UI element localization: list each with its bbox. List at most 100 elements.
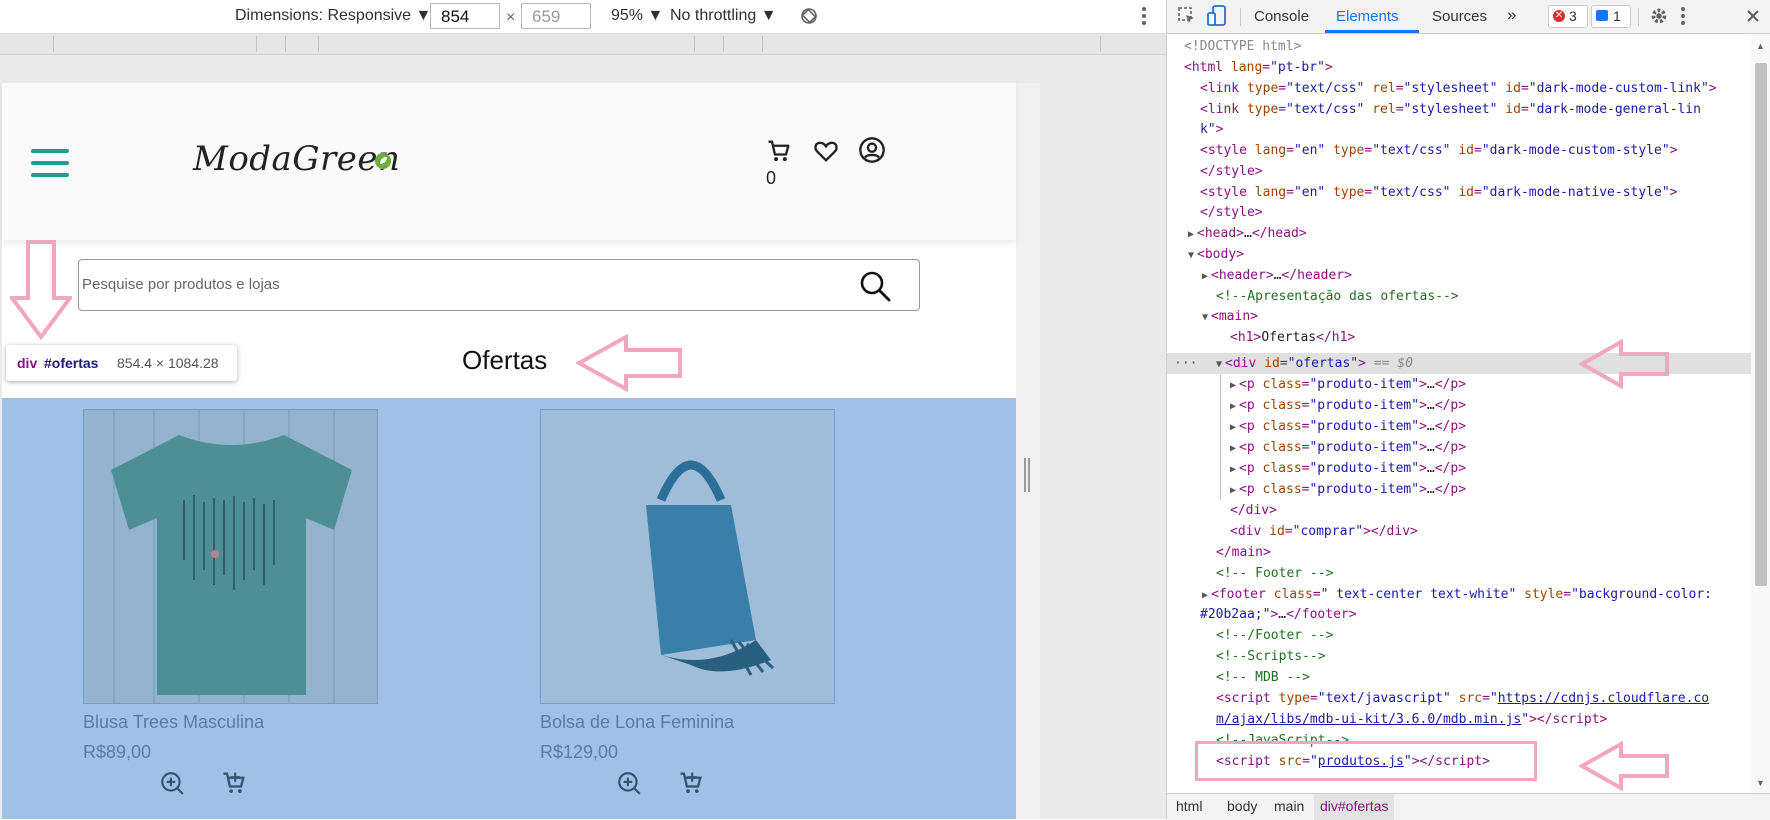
dom-node[interactable]: </style> bbox=[1200, 161, 1263, 182]
zoom-in-icon[interactable] bbox=[616, 770, 642, 796]
site-logo[interactable]: ModaGreen bbox=[193, 139, 400, 179]
device-toolbar: Dimensions: Responsive ▼ 854 × 659 95% ▼… bbox=[0, 0, 1166, 34]
dom-node[interactable]: <script type="text/javascript" src="http… bbox=[1216, 688, 1709, 709]
error-badge[interactable]: ✕ 3 bbox=[1548, 5, 1588, 28]
settings-gear-icon[interactable] bbox=[1648, 5, 1670, 27]
devtools-panel: Console Elements Sources » ✕ 3 1 <!DOCTY… bbox=[1166, 0, 1770, 820]
dom-tree-scrollbar[interactable]: ▲ ▼ bbox=[1751, 35, 1770, 793]
dom-node[interactable]: m/ajax/libs/mdb-ui-kit/3.6.0/mdb.min.js"… bbox=[1216, 709, 1607, 730]
device-emulation-pane: Dimensions: Responsive ▼ 854 × 659 95% ▼… bbox=[0, 0, 1166, 819]
crumb-html[interactable]: html bbox=[1176, 798, 1202, 814]
inspect-element-icon[interactable] bbox=[1177, 6, 1197, 26]
offers-grid-highlight: Blusa Trees Masculina R$89,00 Bolsa de L… bbox=[2, 398, 1016, 819]
dom-node[interactable]: ▶ <p class="produto-item">…</p> bbox=[1230, 395, 1466, 416]
dom-node[interactable]: <link type="text/css" rel="stylesheet" i… bbox=[1200, 99, 1701, 120]
tooltip-tag: div bbox=[17, 355, 38, 371]
crumb-div-ofertas[interactable]: div#ofertas bbox=[1314, 794, 1395, 820]
element-tooltip: div #ofertas 854.4 × 1084.28 bbox=[6, 345, 237, 381]
dom-node[interactable]: ▼ <main> bbox=[1202, 306, 1258, 327]
dom-node[interactable]: #20b2aa;">…</footer> bbox=[1200, 604, 1357, 625]
offers-heading: Ofertas bbox=[462, 345, 548, 375]
dom-node[interactable]: <!--/Footer --> bbox=[1216, 625, 1333, 646]
tab-console[interactable]: Console bbox=[1254, 8, 1309, 25]
scroll-up-icon[interactable]: ▲ bbox=[1756, 41, 1765, 51]
dom-node[interactable]: <style lang="en" type="text/css" id="dar… bbox=[1200, 182, 1677, 203]
crumb-body[interactable]: body bbox=[1227, 798, 1257, 814]
error-icon: ✕ bbox=[1553, 10, 1565, 22]
devtools-more-icon[interactable] bbox=[1679, 6, 1687, 26]
annotation-box bbox=[1195, 741, 1537, 781]
annotation-arrow-left bbox=[1579, 339, 1669, 389]
search-input[interactable]: Pesquise por produtos e lojas bbox=[82, 276, 280, 293]
scroll-down-icon[interactable]: ▼ bbox=[1756, 778, 1765, 788]
crumb-main[interactable]: main bbox=[1274, 798, 1304, 814]
dom-node[interactable]: ▶ <p class="produto-item">…</p> bbox=[1230, 374, 1466, 395]
dom-node[interactable]: ▶ <p class="produto-item">…</p> bbox=[1230, 437, 1466, 458]
dom-node[interactable]: ▶ <p class="produto-item">…</p> bbox=[1230, 479, 1466, 500]
add-to-cart-icon[interactable] bbox=[220, 769, 248, 797]
scroll-thumb[interactable] bbox=[1755, 63, 1767, 586]
dom-node[interactable]: </main> bbox=[1216, 542, 1271, 563]
product-image[interactable] bbox=[83, 409, 378, 704]
dom-node[interactable]: <!--Scripts--> bbox=[1216, 646, 1326, 667]
annotation-arrow-down bbox=[10, 240, 72, 340]
product-price: R$89,00 bbox=[83, 742, 152, 762]
dom-node-selected[interactable]: ▼ <div id="ofertas"> == $0 bbox=[1216, 353, 1413, 374]
dimensions-dropdown[interactable]: Dimensions: Responsive ▼ bbox=[235, 7, 431, 25]
annotation-arrow-left bbox=[1579, 741, 1669, 791]
product-name[interactable]: Bolsa de Lona Feminina bbox=[540, 712, 734, 733]
bag-image bbox=[541, 410, 834, 703]
dom-node[interactable]: ▼ <body> bbox=[1188, 244, 1244, 265]
resize-handle[interactable] bbox=[1024, 458, 1030, 492]
media-query-ruler[interactable] bbox=[0, 34, 1166, 55]
dom-tree: <!DOCTYPE html> <html lang="pt-br"> <lin… bbox=[1167, 35, 1751, 794]
search-icon[interactable] bbox=[858, 269, 892, 303]
width-input[interactable]: 854 bbox=[430, 3, 500, 29]
product-image[interactable] bbox=[540, 409, 835, 704]
dom-node[interactable]: ▶ <p class="produto-item">…</p> bbox=[1230, 458, 1466, 479]
dom-node[interactable]: <!DOCTYPE html> bbox=[1184, 36, 1301, 57]
zoom-dropdown[interactable]: 95% ▼ bbox=[611, 7, 663, 25]
heart-icon[interactable] bbox=[812, 137, 840, 165]
account-icon[interactable] bbox=[858, 136, 886, 164]
dom-node[interactable]: <html lang="pt-br"> bbox=[1184, 57, 1333, 78]
search-bar[interactable]: Pesquise por produtos e lojas bbox=[78, 259, 920, 311]
tooltip-id: #ofertas bbox=[44, 355, 99, 371]
rotate-icon[interactable] bbox=[799, 6, 819, 26]
tab-sources[interactable]: Sources bbox=[1432, 8, 1487, 25]
node-actions-ellipsis[interactable]: ··· bbox=[1174, 353, 1197, 374]
dom-node[interactable]: ▶ <p class="produto-item">…</p> bbox=[1230, 416, 1466, 437]
zoom-in-icon[interactable] bbox=[159, 770, 185, 796]
product-price: R$129,00 bbox=[540, 742, 619, 762]
tab-elements[interactable]: Elements bbox=[1336, 8, 1399, 25]
breadcrumb: html body main div#ofertas bbox=[1167, 793, 1770, 820]
add-to-cart-icon[interactable] bbox=[677, 769, 705, 797]
tshirt-image bbox=[84, 410, 377, 703]
dom-node[interactable]: <style lang="en" type="text/css" id="dar… bbox=[1200, 140, 1677, 161]
viewport-outside bbox=[1016, 83, 1040, 819]
throttling-dropdown[interactable]: No throttling ▼ bbox=[670, 7, 777, 25]
more-tabs-button[interactable]: » bbox=[1507, 5, 1516, 25]
dom-node[interactable]: k"> bbox=[1200, 119, 1223, 140]
dom-node[interactable]: <!-- Footer --> bbox=[1216, 563, 1333, 584]
dom-node[interactable]: ▶ <header>…</header> bbox=[1202, 265, 1352, 286]
cart-icon[interactable] bbox=[765, 137, 793, 165]
height-input[interactable]: 659 bbox=[521, 3, 591, 29]
hamburger-menu-icon[interactable] bbox=[2, 143, 92, 183]
dom-node[interactable]: <!-- MDB --> bbox=[1216, 667, 1310, 688]
device-toggle-icon[interactable] bbox=[1207, 5, 1227, 27]
cart-count: 0 bbox=[766, 168, 777, 188]
dom-node[interactable]: <!--Apresentação das ofertas--> bbox=[1216, 286, 1459, 307]
dom-node[interactable]: ▶ <footer class=" text-center text-white"… bbox=[1202, 584, 1712, 605]
dom-node[interactable]: </style> bbox=[1200, 202, 1263, 223]
messages-badge[interactable]: 1 bbox=[1591, 5, 1631, 28]
dom-node[interactable]: <h1>Ofertas</h1> bbox=[1230, 327, 1355, 348]
close-icon[interactable] bbox=[1745, 8, 1761, 24]
dom-node[interactable]: <link type="text/css" rel="stylesheet" i… bbox=[1200, 78, 1717, 99]
dom-node[interactable]: <div id="comprar"></div> bbox=[1230, 521, 1418, 542]
dom-node[interactable]: ▶ <head>…</head> bbox=[1188, 223, 1307, 244]
dom-node[interactable]: </div> bbox=[1230, 500, 1277, 521]
tooltip-size: 854.4 × 1084.28 bbox=[117, 355, 219, 371]
device-more-icon[interactable] bbox=[1140, 6, 1148, 26]
product-name[interactable]: Blusa Trees Masculina bbox=[83, 712, 264, 733]
